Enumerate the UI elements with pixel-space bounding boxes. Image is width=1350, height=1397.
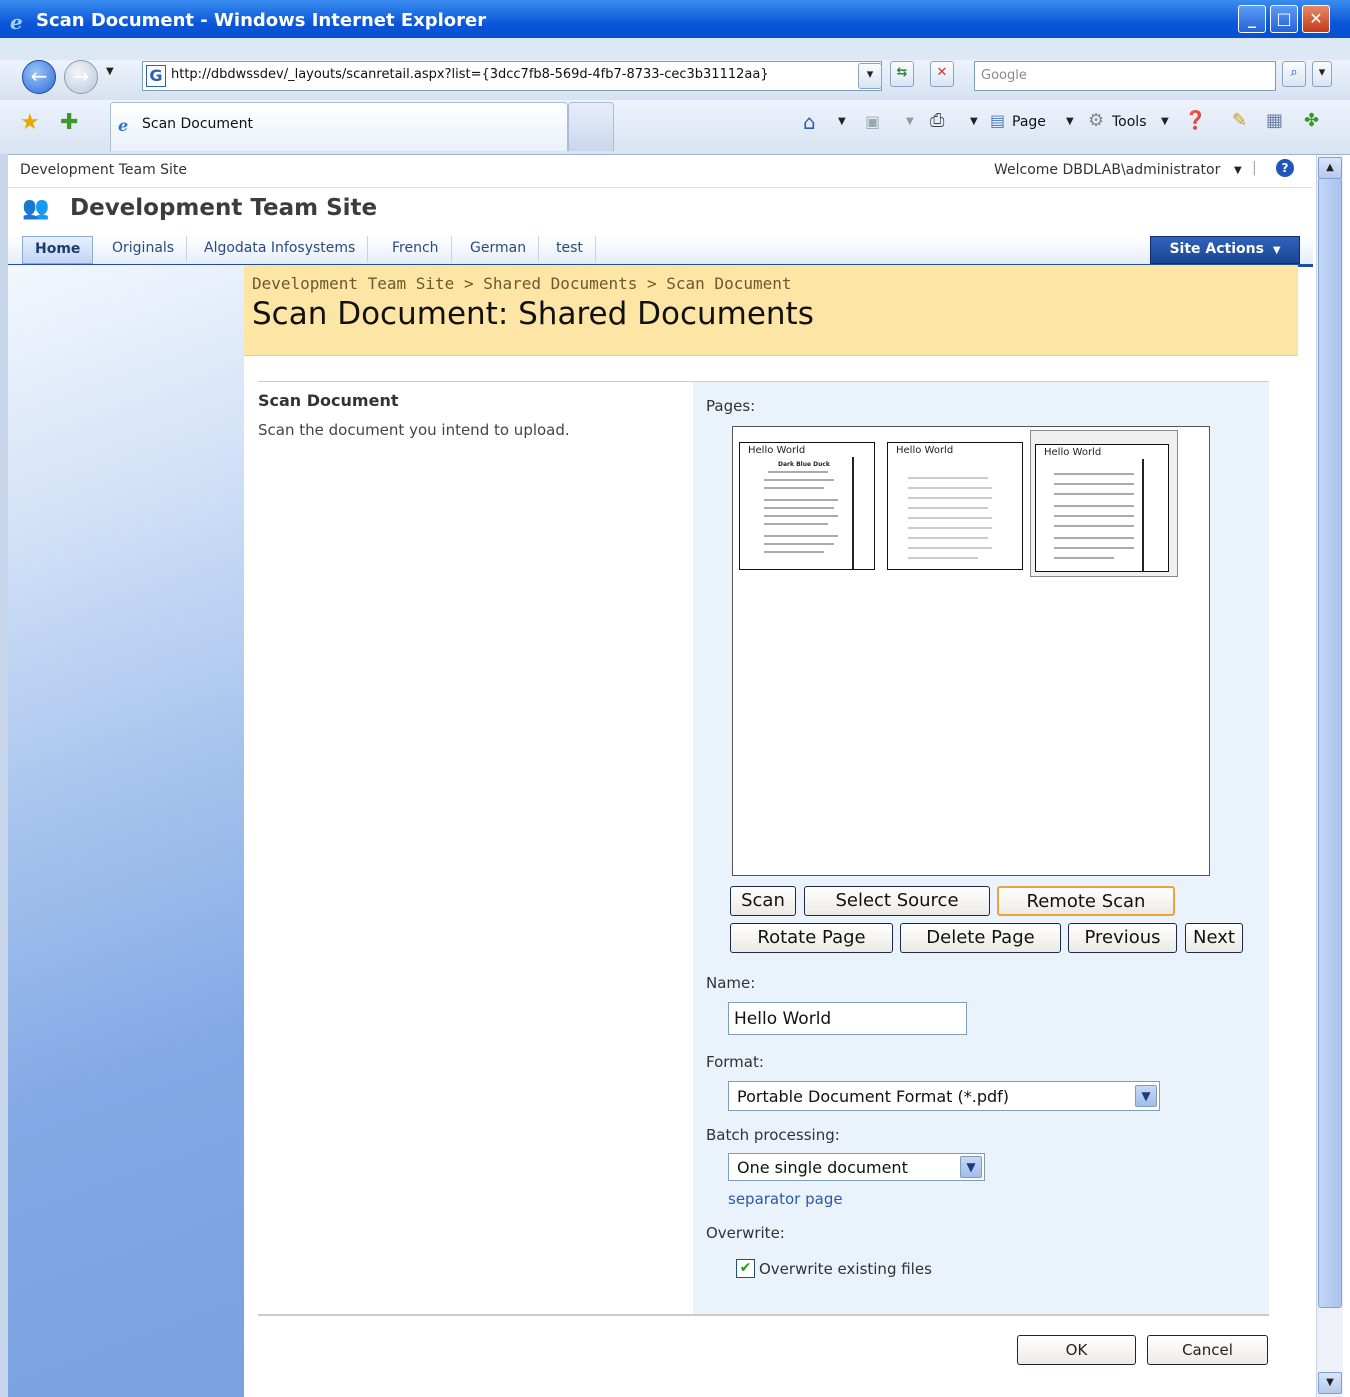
print-icon[interactable]: ⎙ [930,110,944,131]
page-title: Scan Document: Shared Documents [252,296,814,332]
thumbnail-header: Hello World [748,445,806,456]
toolbar-extra-icon[interactable]: ▦ [1266,110,1283,131]
stop-icon[interactable]: ✕ [930,61,954,87]
batch-dropdown-icon[interactable]: ▼ [960,1156,982,1178]
separator-page-link[interactable]: separator page [728,1190,843,1208]
welcome-menu[interactable]: Welcome DBDLAB\administrator [994,162,1220,178]
scrollbar-thumb[interactable] [1318,178,1342,1308]
minimize-icon[interactable]: _ [1238,5,1266,33]
form-bottom-divider [258,1314,1269,1316]
back-icon[interactable]: ← [22,60,56,94]
history-dropdown-icon[interactable]: ▼ [106,66,114,77]
messenger-icon[interactable]: ✤ [1304,110,1319,131]
overwrite-checkbox-label[interactable]: Overwrite existing files [759,1260,932,1278]
batch-value: One single document [737,1158,908,1177]
scroll-down-icon[interactable]: ▼ [1318,1372,1342,1394]
breadcrumb-item: Scan Document [666,274,792,293]
format-dropdown-icon[interactable]: ▼ [1135,1085,1157,1107]
format-select[interactable]: Portable Document Format (*.pdf) ▼ [728,1081,1160,1111]
page-thumbnail[interactable]: Hello World [887,442,1023,570]
rotate-page-button[interactable]: Rotate Page [730,923,893,953]
breadcrumb: Development Team Site > Shared Documents… [252,274,792,293]
address-bar[interactable]: G http://dbdwssdev/_layouts/scanretail.a… [142,61,882,91]
batch-label: Batch processing: [706,1126,840,1144]
overwrite-checkbox[interactable]: ✔ [736,1259,755,1278]
next-button[interactable]: Next [1185,923,1243,953]
home-dropdown-icon[interactable]: ▼ [838,116,846,127]
refresh-icon[interactable]: ⇆ [890,61,914,87]
cancel-button[interactable]: Cancel [1147,1335,1268,1365]
help-icon[interactable]: ❓ [1184,110,1206,131]
pages-label: Pages: [706,397,756,415]
batch-select[interactable]: One single document ▼ [728,1153,985,1181]
thumbnail-header: Hello World [896,445,954,456]
nav-tab-algodata[interactable]: Algodata Infosystems [192,236,369,262]
research-icon[interactable]: ✎ [1232,110,1247,131]
page-icon[interactable]: ▤ [990,111,1005,130]
search-input[interactable]: Google [974,61,1276,91]
feeds-icon[interactable]: ▣ [865,112,880,131]
address-dropdown-icon[interactable]: ▾ [858,63,882,89]
print-dropdown-icon[interactable]: ▼ [970,116,978,127]
page-menu[interactable]: Page [1012,114,1046,130]
nav-tab-german[interactable]: German [458,236,540,262]
left-window-border [0,154,8,1397]
google-favicon-icon: G [146,65,166,87]
overwrite-label: Overwrite: [706,1224,785,1242]
nav-tab-test[interactable]: test [544,236,596,262]
search-options-icon[interactable]: ▾ [1312,61,1332,87]
nav-tab-french[interactable]: French [380,236,452,262]
maximize-icon[interactable]: □ [1270,5,1298,33]
page-thumbnail-selected[interactable]: Hello World [1035,444,1169,572]
ie-tab-icon: e [118,116,129,135]
delete-page-button[interactable]: Delete Page [900,923,1061,953]
address-url[interactable]: http://dbdwssdev/_layouts/scanretail.asp… [171,67,769,82]
remote-scan-button[interactable]: Remote Scan [997,886,1175,916]
site-actions-dropdown-icon: ▼ [1272,245,1281,256]
tools-menu[interactable]: Tools [1112,114,1147,130]
new-tab-button[interactable] [568,102,614,151]
left-navigation-panel [8,265,244,1397]
feeds-dropdown-icon[interactable]: ▼ [906,116,914,127]
format-label: Format: [706,1053,764,1071]
name-input[interactable]: Hello World [728,1002,967,1035]
nav-tab-originals[interactable]: Originals [100,236,188,262]
nav-tab-home[interactable]: Home [22,236,94,264]
browser-tab-title: Scan Document [142,116,254,132]
site-title[interactable]: Development Team Site [70,195,377,221]
name-value: Hello World [734,1009,832,1029]
site-actions-label: Site Actions [1169,241,1264,257]
window-title: Scan Document - Windows Internet Explore… [36,10,487,31]
thumbnail-header: Hello World [1044,447,1102,458]
favorites-star-icon[interactable]: ★ [20,110,40,135]
page-dropdown-icon[interactable]: ▼ [1066,116,1074,127]
forward-icon[interactable]: → [64,60,98,94]
top-site-link[interactable]: Development Team Site [20,162,187,178]
close-icon[interactable]: ✕ [1302,5,1330,33]
search-placeholder: Google [981,68,1027,83]
tools-dropdown-icon[interactable]: ▼ [1161,116,1169,127]
breadcrumb-item[interactable]: Shared Documents [483,274,637,293]
ie-logo-icon: e [10,10,23,34]
search-icon[interactable]: ⌕ [1282,61,1306,87]
breadcrumb-item[interactable]: Development Team Site [252,274,454,293]
format-value: Portable Document Format (*.pdf) [737,1087,1010,1106]
section-title: Scan Document [258,391,399,410]
tools-gear-icon[interactable]: ⚙ [1088,110,1104,131]
sp-help-icon[interactable]: ? [1276,159,1294,177]
page-thumbnail[interactable]: Hello World Dark Blue Duck [739,442,875,570]
site-people-icon: 👥 [22,196,50,221]
scan-button[interactable]: Scan [730,886,796,916]
site-actions-menu[interactable]: Site Actions ▼ [1150,236,1300,264]
scroll-up-icon[interactable]: ▲ [1318,157,1342,179]
add-favorites-icon[interactable]: ✚ [60,110,78,135]
home-icon[interactable]: ⌂ [803,110,816,134]
separator: | [1252,160,1257,176]
ok-button[interactable]: OK [1017,1335,1136,1365]
name-label: Name: [706,974,756,992]
select-source-button[interactable]: Select Source [804,886,990,916]
section-description: Scan the document you intend to upload. [258,421,570,439]
welcome-dropdown-icon[interactable]: ▼ [1234,165,1242,176]
previous-button[interactable]: Previous [1068,923,1177,953]
